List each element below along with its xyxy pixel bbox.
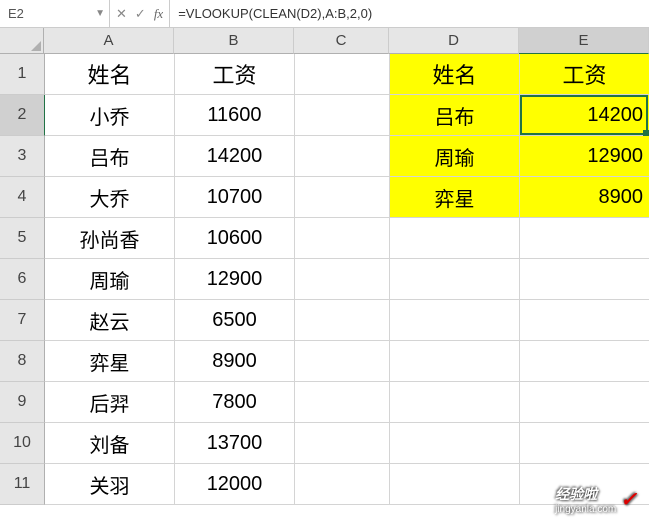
- cell-B2[interactable]: 11600: [175, 95, 295, 136]
- cell-C10[interactable]: [295, 423, 390, 464]
- cell-B5[interactable]: 10600: [175, 218, 295, 259]
- col-header-A[interactable]: A: [44, 28, 174, 54]
- table-row: 大乔 10700 弈星 8900: [45, 177, 649, 218]
- cell-E8[interactable]: [520, 341, 649, 382]
- cell-B11[interactable]: 12000: [175, 464, 295, 505]
- cell-C9[interactable]: [295, 382, 390, 423]
- cell-C7[interactable]: [295, 300, 390, 341]
- col-header-B[interactable]: B: [174, 28, 294, 54]
- table-row: 后羿 7800: [45, 382, 649, 423]
- cell-A8[interactable]: 弈星: [45, 341, 175, 382]
- cell-D6[interactable]: [390, 259, 520, 300]
- column-headers: A B C D E: [44, 28, 649, 54]
- table-row: 弈星 8900: [45, 341, 649, 382]
- cell-B1[interactable]: 工资: [175, 54, 295, 95]
- cancel-icon[interactable]: ✕: [116, 6, 127, 22]
- cell-E6[interactable]: [520, 259, 649, 300]
- cell-D5[interactable]: [390, 218, 520, 259]
- row-headers: 1 2 3 4 5 6 7 8 9 10 11: [0, 54, 45, 505]
- cell-D3[interactable]: 周瑜: [390, 136, 520, 177]
- cell-D7[interactable]: [390, 300, 520, 341]
- cell-A5[interactable]: 孙尚香: [45, 218, 175, 259]
- name-box-dropdown-icon[interactable]: ▼: [95, 8, 105, 19]
- table-row: 姓名 工资 姓名 工资: [45, 54, 649, 95]
- row-header-9[interactable]: 9: [0, 382, 45, 423]
- cells-area[interactable]: 姓名 工资 姓名 工资 小乔 11600 吕布 14200 吕布 14200 周…: [45, 54, 649, 505]
- cell-D9[interactable]: [390, 382, 520, 423]
- cell-D2[interactable]: 吕布: [390, 95, 520, 136]
- cell-C3[interactable]: [295, 136, 390, 177]
- row-header-3[interactable]: 3: [0, 136, 45, 177]
- cell-A11[interactable]: 关羽: [45, 464, 175, 505]
- name-box[interactable]: E2 ▼: [0, 0, 110, 27]
- cell-B6[interactable]: 12900: [175, 259, 295, 300]
- formula-text: =VLOOKUP(CLEAN(D2),A:B,2,0): [178, 6, 372, 21]
- cell-C6[interactable]: [295, 259, 390, 300]
- row-header-7[interactable]: 7: [0, 300, 45, 341]
- name-box-value: E2: [8, 6, 24, 21]
- table-row: 刘备 13700: [45, 423, 649, 464]
- formula-controls: ✕ ✓ fx: [110, 0, 170, 27]
- cell-D1[interactable]: 姓名: [390, 54, 520, 95]
- cell-A1[interactable]: 姓名: [45, 54, 175, 95]
- cell-A10[interactable]: 刘备: [45, 423, 175, 464]
- cell-E7[interactable]: [520, 300, 649, 341]
- table-row: 小乔 11600 吕布 14200: [45, 95, 649, 136]
- cell-A6[interactable]: 周瑜: [45, 259, 175, 300]
- cell-C2[interactable]: [295, 95, 390, 136]
- cell-E2[interactable]: 14200: [520, 95, 649, 136]
- col-header-C[interactable]: C: [294, 28, 389, 54]
- cell-A7[interactable]: 赵云: [45, 300, 175, 341]
- cell-E9[interactable]: [520, 382, 649, 423]
- cell-C5[interactable]: [295, 218, 390, 259]
- cell-D11[interactable]: [390, 464, 520, 505]
- cell-E4[interactable]: 8900: [520, 177, 649, 218]
- table-row: 吕布 14200 周瑜 12900: [45, 136, 649, 177]
- select-all-corner[interactable]: [0, 28, 44, 54]
- cell-A9[interactable]: 后羿: [45, 382, 175, 423]
- row-header-11[interactable]: 11: [0, 464, 45, 505]
- col-header-D[interactable]: D: [389, 28, 519, 54]
- cell-A4[interactable]: 大乔: [45, 177, 175, 218]
- cell-A2[interactable]: 小乔: [45, 95, 175, 136]
- watermark-url: jingyanla.com: [555, 504, 616, 515]
- table-row: 赵云 6500: [45, 300, 649, 341]
- corner-triangle-icon: [31, 41, 41, 51]
- cell-B9[interactable]: 7800: [175, 382, 295, 423]
- cell-E1[interactable]: 工资: [520, 54, 649, 95]
- cell-C1[interactable]: [295, 54, 390, 95]
- formula-input[interactable]: =VLOOKUP(CLEAN(D2),A:B,2,0): [170, 0, 649, 27]
- cell-B8[interactable]: 8900: [175, 341, 295, 382]
- cell-E10[interactable]: [520, 423, 649, 464]
- row-header-5[interactable]: 5: [0, 218, 45, 259]
- cell-B4[interactable]: 10700: [175, 177, 295, 218]
- row-header-10[interactable]: 10: [0, 423, 45, 464]
- cell-C11[interactable]: [295, 464, 390, 505]
- col-header-E[interactable]: E: [519, 28, 649, 54]
- confirm-icon[interactable]: ✓: [135, 6, 146, 22]
- check-icon: ✓: [620, 487, 637, 512]
- cell-D8[interactable]: [390, 341, 520, 382]
- table-row: 周瑜 12900: [45, 259, 649, 300]
- row-header-1[interactable]: 1: [0, 54, 45, 95]
- cell-B3[interactable]: 14200: [175, 136, 295, 177]
- row-header-4[interactable]: 4: [0, 177, 45, 218]
- cell-D4[interactable]: 弈星: [390, 177, 520, 218]
- row-header-6[interactable]: 6: [0, 259, 45, 300]
- formula-bar: E2 ▼ ✕ ✓ fx =VLOOKUP(CLEAN(D2),A:B,2,0): [0, 0, 649, 28]
- fx-icon[interactable]: fx: [154, 6, 163, 22]
- row-header-2[interactable]: 2: [0, 95, 45, 136]
- cell-E3[interactable]: 12900: [520, 136, 649, 177]
- cell-C4[interactable]: [295, 177, 390, 218]
- cell-B7[interactable]: 6500: [175, 300, 295, 341]
- cell-A3[interactable]: 吕布: [45, 136, 175, 177]
- cell-D10[interactable]: [390, 423, 520, 464]
- row-header-8[interactable]: 8: [0, 341, 45, 382]
- cell-C8[interactable]: [295, 341, 390, 382]
- cell-B10[interactable]: 13700: [175, 423, 295, 464]
- watermark: 经验啦 jingyanla.com ✓: [555, 484, 637, 515]
- table-row: 孙尚香 10600: [45, 218, 649, 259]
- cell-E5[interactable]: [520, 218, 649, 259]
- watermark-text: 经验啦: [555, 486, 597, 502]
